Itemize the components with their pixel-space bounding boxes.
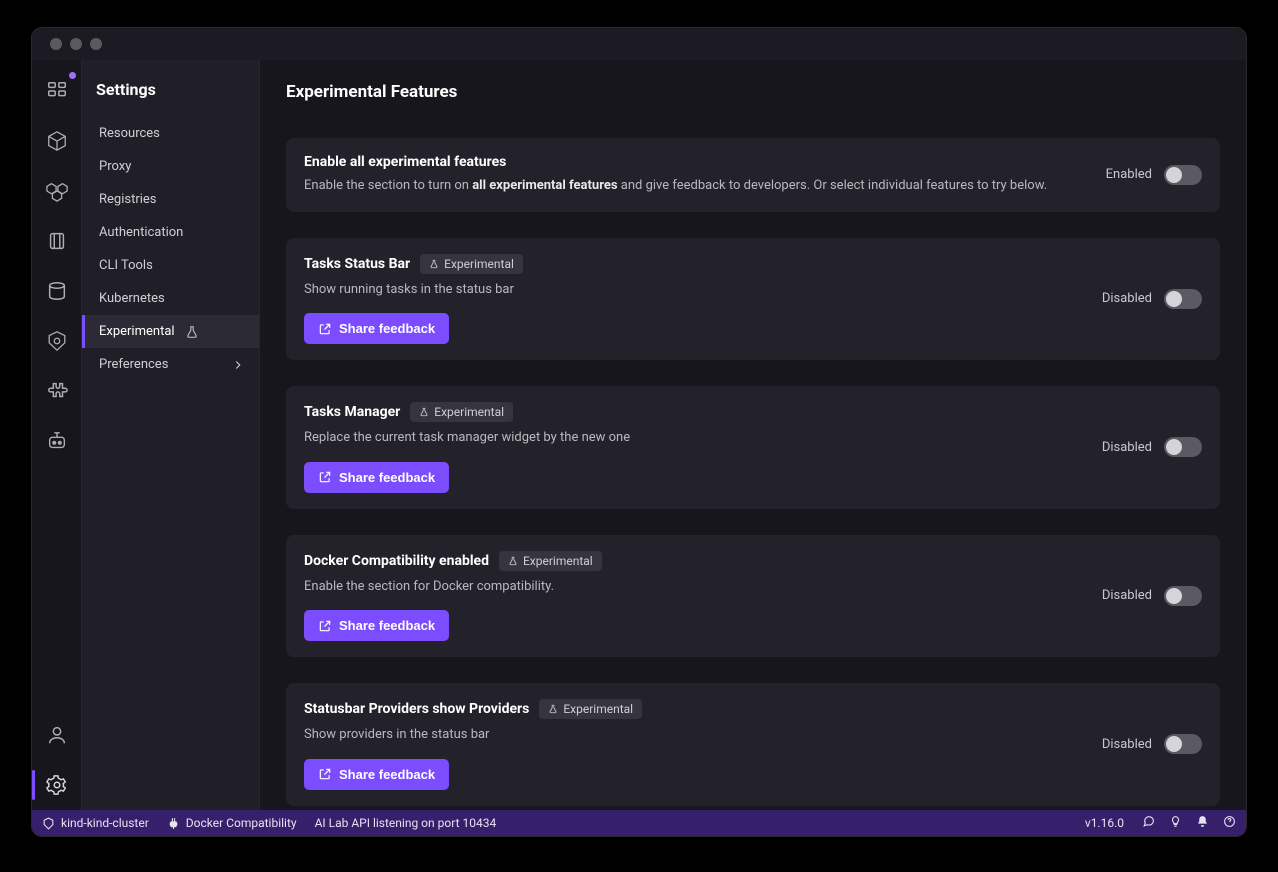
sidebar-item-label: Kubernetes [99, 291, 165, 306]
share-feedback-button[interactable]: Share feedback [304, 759, 449, 790]
flask-icon [429, 259, 439, 269]
window-minimize-icon[interactable] [70, 38, 82, 50]
sidebar-item-label: Proxy [99, 159, 131, 174]
feature-card: Tasks Status Bar Experimental Show running… [286, 238, 1220, 361]
experimental-badge: Experimental [539, 699, 642, 719]
feature-title: Statusbar Providers show Providers [304, 701, 529, 717]
lightbulb-icon[interactable] [1169, 815, 1182, 831]
sidebar-item-label: Experimental [99, 324, 175, 339]
enable-all-card: Enable all experimental features Enable … [286, 138, 1220, 212]
experimental-badge: Experimental [420, 254, 523, 274]
feature-toggle[interactable] [1164, 586, 1202, 606]
images-icon[interactable] [40, 224, 74, 258]
window-close-icon[interactable] [50, 38, 62, 50]
share-feedback-button[interactable]: Share feedback [304, 610, 449, 641]
body-row: Settings Resources Proxy Registries Authent… [32, 60, 1246, 810]
share-feedback-button[interactable]: Share feedback [304, 313, 449, 344]
enable-all-toggle[interactable] [1164, 165, 1202, 185]
feature-title: Tasks Manager [304, 404, 400, 420]
share-feedback-button[interactable]: Share feedback [304, 462, 449, 493]
feature-desc: Replace the current task manager widget … [304, 428, 1086, 448]
sidebar-item-label: Preferences [99, 357, 168, 372]
sidebar-title: Settings [82, 80, 259, 117]
chevron-right-icon [231, 358, 245, 372]
feature-state-label: Disabled [1102, 737, 1152, 752]
settings-icon[interactable] [40, 768, 74, 802]
feature-state-label: Disabled [1102, 440, 1152, 455]
plug-icon [167, 817, 180, 830]
sidebar-item-proxy[interactable]: Proxy [82, 150, 259, 183]
enable-all-desc: Enable the section to turn on all experi… [304, 176, 1090, 196]
pods-icon[interactable] [40, 174, 74, 208]
external-link-icon [318, 619, 332, 633]
external-link-icon [318, 470, 332, 484]
sidebar-item-preferences[interactable]: Preferences [82, 348, 259, 381]
experimental-badge: Experimental [499, 551, 602, 571]
external-link-icon [318, 322, 332, 336]
sidebar-item-cli-tools[interactable]: CLI Tools [82, 249, 259, 282]
sidebar-item-label: CLI Tools [99, 258, 153, 273]
flask-icon [185, 325, 199, 339]
kubernetes-small-icon [42, 817, 55, 830]
extensions-icon[interactable] [40, 374, 74, 408]
help-icon[interactable] [1223, 815, 1236, 831]
enable-all-state-label: Enabled [1106, 167, 1152, 182]
app-window: Settings Resources Proxy Registries Authent… [32, 28, 1246, 836]
containers-icon[interactable] [40, 124, 74, 158]
status-cluster[interactable]: kind-kind-cluster [42, 816, 149, 830]
feature-toggle[interactable] [1164, 289, 1202, 309]
feature-state-label: Disabled [1102, 588, 1152, 603]
flask-icon [508, 556, 518, 566]
sidebar-item-registries[interactable]: Registries [82, 183, 259, 216]
feature-card: Tasks Manager Experimental Replace the cur… [286, 386, 1220, 509]
ai-lab-icon[interactable] [40, 424, 74, 458]
feature-state-label: Disabled [1102, 291, 1152, 306]
feature-card: Statusbar Providers show Providers Experi… [286, 683, 1220, 806]
sidebar-item-resources[interactable]: Resources [82, 117, 259, 150]
titlebar [32, 28, 1246, 60]
dashboard-icon[interactable] [40, 74, 74, 108]
status-version[interactable]: v1.16.0 [1085, 816, 1124, 830]
flask-icon [419, 407, 429, 417]
feature-desc: Show running tasks in the status bar [304, 280, 1086, 300]
status-docker-compat[interactable]: Docker Compatibility [167, 816, 297, 830]
sidebar-item-label: Registries [99, 192, 157, 207]
feature-card: Docker Compatibility enabled Experimental… [286, 535, 1220, 658]
status-ai-lab[interactable]: AI Lab API listening on port 10434 [315, 816, 497, 830]
settings-sidebar: Settings Resources Proxy Registries Authent… [82, 60, 260, 810]
volumes-icon[interactable] [40, 274, 74, 308]
feature-toggle[interactable] [1164, 734, 1202, 754]
flask-icon [548, 704, 558, 714]
main-content: Experimental Features Enable all experim… [260, 60, 1246, 810]
feature-toggle[interactable] [1164, 437, 1202, 457]
experimental-badge: Experimental [410, 402, 513, 422]
page-title: Experimental Features [286, 82, 1220, 102]
account-icon[interactable] [40, 718, 74, 752]
enable-all-title: Enable all experimental features [304, 154, 506, 170]
sidebar-item-kubernetes[interactable]: Kubernetes [82, 282, 259, 315]
sidebar-item-authentication[interactable]: Authentication [82, 216, 259, 249]
window-maximize-icon[interactable] [90, 38, 102, 50]
feature-title: Docker Compatibility enabled [304, 553, 489, 569]
external-link-icon [318, 767, 332, 781]
sidebar-item-label: Authentication [99, 225, 183, 240]
chat-icon[interactable] [1142, 815, 1155, 831]
feature-desc: Enable the section for Docker compatibil… [304, 577, 1086, 597]
sidebar-item-label: Resources [99, 126, 160, 141]
sidebar-item-experimental[interactable]: Experimental [82, 315, 259, 348]
bell-icon[interactable] [1196, 815, 1209, 831]
feature-title: Tasks Status Bar [304, 256, 410, 272]
kubernetes-icon[interactable] [40, 324, 74, 358]
icon-rail [32, 60, 82, 810]
feature-desc: Show providers in the status bar [304, 725, 1086, 745]
status-bar: kind-kind-cluster Docker Compatibility A… [32, 810, 1246, 836]
